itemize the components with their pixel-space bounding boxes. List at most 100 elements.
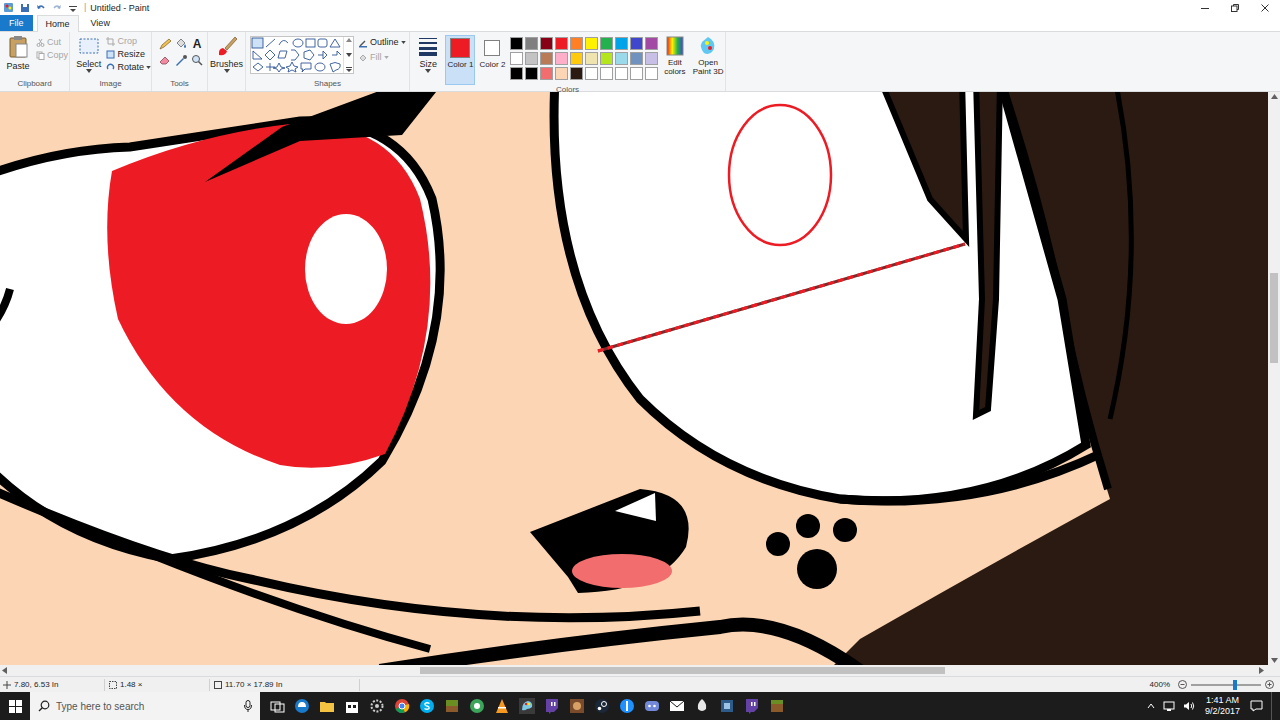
palette-color[interactable] xyxy=(615,52,628,65)
skype-icon[interactable] xyxy=(419,698,435,714)
search-input[interactable] xyxy=(56,699,238,714)
palette-color[interactable] xyxy=(585,67,598,80)
zoom-slider[interactable] xyxy=(1191,684,1261,686)
palette-color[interactable] xyxy=(540,52,553,65)
microphone-icon[interactable] xyxy=(244,700,252,712)
app-icon[interactable] xyxy=(719,698,735,714)
fill-bucket-icon[interactable] xyxy=(174,38,188,50)
outline-button[interactable]: Outline xyxy=(358,37,406,48)
color-picker-icon[interactable] xyxy=(174,54,188,66)
scrollbar-thumb[interactable] xyxy=(420,667,945,674)
undo-icon[interactable] xyxy=(36,3,46,13)
palette-color[interactable] xyxy=(525,37,538,50)
tray-overflow-icon[interactable] xyxy=(1147,703,1155,709)
palette-color[interactable] xyxy=(555,37,568,50)
search-box[interactable] xyxy=(30,692,260,720)
store-icon[interactable] xyxy=(344,698,360,714)
palette-color[interactable] xyxy=(645,52,658,65)
vertical-scrollbar[interactable] xyxy=(1268,92,1280,665)
network-icon[interactable] xyxy=(1163,701,1175,711)
ribbon-tab[interactable]: View xyxy=(83,15,118,31)
scroll-down-icon[interactable] xyxy=(346,53,352,57)
vlc-icon[interactable] xyxy=(494,698,510,714)
palette-color[interactable] xyxy=(510,52,523,65)
text-tool[interactable]: A xyxy=(190,38,204,50)
palette-color[interactable] xyxy=(525,52,538,65)
minecraft-icon[interactable] xyxy=(769,698,785,714)
twitch-icon[interactable] xyxy=(544,698,560,714)
palette-color[interactable] xyxy=(540,67,553,80)
cut-button[interactable]: Cut xyxy=(36,37,68,47)
palette-color[interactable] xyxy=(645,67,658,80)
crop-button[interactable]: Crop xyxy=(106,36,151,47)
task-view-icon[interactable] xyxy=(270,700,285,713)
scroll-right-icon[interactable] xyxy=(1259,667,1264,674)
chrome-icon[interactable] xyxy=(394,698,410,714)
palette-color[interactable] xyxy=(510,67,523,80)
color-slot[interactable]: Color 2 xyxy=(477,35,507,85)
palette-color[interactable] xyxy=(570,37,583,50)
palette-color[interactable] xyxy=(525,67,538,80)
minecraft-icon[interactable] xyxy=(444,698,460,714)
select-button[interactable]: Select xyxy=(76,35,101,79)
app-icon[interactable] xyxy=(469,698,485,714)
scroll-left-icon[interactable] xyxy=(2,667,7,674)
volume-icon[interactable] xyxy=(1183,701,1195,711)
zoom-slider-thumb[interactable] xyxy=(1233,680,1237,690)
rotate-button[interactable]: Rotate xyxy=(106,62,151,73)
palette-color[interactable] xyxy=(630,52,643,65)
fill-button[interactable]: Fill xyxy=(358,52,406,63)
palette-color[interactable] xyxy=(585,52,598,65)
notifications-icon[interactable] xyxy=(1250,700,1263,712)
copy-button[interactable]: Copy xyxy=(36,50,68,60)
app-icon[interactable] xyxy=(619,698,635,714)
paste-button[interactable]: Paste xyxy=(4,35,32,79)
palette-color[interactable] xyxy=(600,52,613,65)
palette-color[interactable] xyxy=(645,37,658,50)
scrollbar-thumb[interactable] xyxy=(1270,273,1278,363)
scroll-up-icon[interactable] xyxy=(346,38,352,42)
mail-icon[interactable] xyxy=(669,698,685,714)
drawing-canvas[interactable] xyxy=(0,92,1268,665)
clock-date[interactable]: 9/2/2017 xyxy=(1205,706,1240,717)
palette-color[interactable] xyxy=(600,67,613,80)
palette-color[interactable] xyxy=(630,67,643,80)
resize-button[interactable]: Resize xyxy=(106,49,151,60)
shapes-gallery[interactable] xyxy=(250,36,354,74)
discord-icon[interactable] xyxy=(644,698,660,714)
minimize-button[interactable] xyxy=(1190,0,1220,15)
start-button[interactable] xyxy=(0,692,30,720)
palette-color[interactable] xyxy=(615,37,628,50)
eraser-icon[interactable] xyxy=(158,54,172,66)
gallery-more-icon[interactable] xyxy=(346,67,352,72)
twitch-icon[interactable] xyxy=(744,698,760,714)
palette-color[interactable] xyxy=(585,37,598,50)
palette-color[interactable] xyxy=(615,67,628,80)
palette-color[interactable] xyxy=(540,37,553,50)
file-menu-button[interactable]: File xyxy=(0,15,33,31)
edit-colors-button[interactable]: Edit colors xyxy=(661,35,688,85)
game-icon[interactable] xyxy=(569,698,585,714)
edge-icon[interactable] xyxy=(294,698,310,714)
magnifier-icon[interactable] xyxy=(190,54,204,66)
save-icon[interactable] xyxy=(20,3,30,13)
quick-access-dropdown-icon[interactable] xyxy=(68,3,78,13)
palette-color[interactable] xyxy=(555,52,568,65)
settings-icon[interactable] xyxy=(369,698,385,714)
palette-color[interactable] xyxy=(630,37,643,50)
palette-color[interactable] xyxy=(570,52,583,65)
maximize-button[interactable] xyxy=(1220,0,1250,15)
zoom-out-icon[interactable] xyxy=(1178,680,1187,689)
palette-color[interactable] xyxy=(600,37,613,50)
redo-icon[interactable] xyxy=(52,3,62,13)
palette-color[interactable] xyxy=(510,37,523,50)
palette-color[interactable] xyxy=(570,67,583,80)
open-paint-3d-button[interactable]: Open Paint 3D xyxy=(691,35,725,85)
size-button[interactable]: Size xyxy=(414,35,442,85)
scroll-down-icon[interactable] xyxy=(1271,658,1278,663)
horizontal-scrollbar[interactable] xyxy=(0,665,1280,676)
clock-time[interactable]: 1:41 AM xyxy=(1206,695,1239,706)
ribbon-tab[interactable]: Home xyxy=(37,15,79,32)
close-button[interactable] xyxy=(1250,0,1280,15)
zoom-in-icon[interactable] xyxy=(1265,680,1274,689)
